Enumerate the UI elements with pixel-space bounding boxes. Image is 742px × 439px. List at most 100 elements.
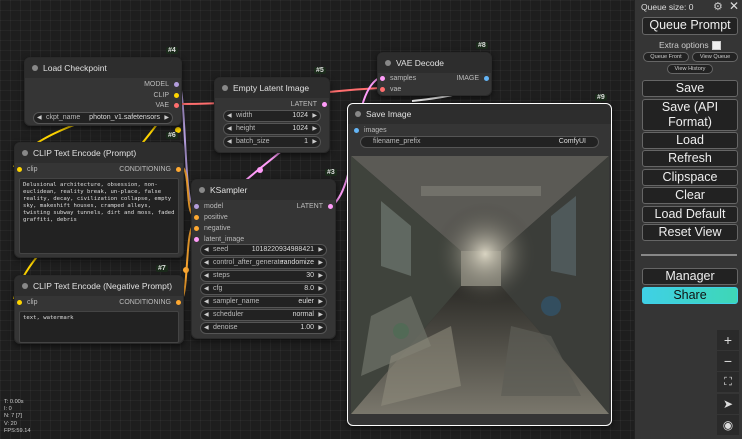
prompt-textarea[interactable]: Delusional architecture, obsession, non-…: [19, 178, 179, 254]
prev-arrow-icon[interactable]: ◀: [37, 113, 42, 123]
output-latent[interactable]: LATENT: [291, 100, 327, 109]
output-model[interactable]: MODEL: [144, 80, 179, 89]
steps-widget[interactable]: ◀ steps 30 ▶: [200, 270, 327, 282]
queue-prompt-button[interactable]: Queue Prompt: [642, 17, 738, 35]
node-title[interactable]: Empty Latent Image: [215, 78, 329, 98]
close-icon[interactable]: ✕: [729, 0, 739, 13]
save-api-format-button[interactable]: Save (API Format): [642, 99, 738, 131]
stat-line: V: 20: [4, 420, 17, 427]
node-title[interactable]: Save Image: [348, 104, 611, 124]
decrement-icon[interactable]: ◀: [204, 284, 209, 294]
width-widget[interactable]: ◀ width 1024 ▶: [223, 110, 321, 122]
toggle-visibility-icon[interactable]: ◉: [717, 415, 739, 435]
control-after-generate-widget[interactable]: ◀ control_after_generate randomize ▶: [200, 257, 327, 269]
increment-icon[interactable]: ▶: [318, 323, 323, 333]
link-midpoint: [183, 267, 189, 273]
next-arrow-icon[interactable]: ▶: [318, 297, 323, 307]
input-samples[interactable]: samples: [380, 74, 416, 83]
input-positive[interactable]: positive: [194, 213, 228, 222]
output-clip[interactable]: CLIP: [153, 91, 179, 100]
output-image[interactable]: IMAGE: [456, 74, 489, 83]
increment-icon[interactable]: ▶: [318, 245, 323, 255]
increment-icon[interactable]: ▶: [318, 284, 323, 294]
cfg-widget[interactable]: ◀ cfg 8.0 ▶: [200, 283, 327, 295]
seed-widget[interactable]: ◀ seed 1018220934988421 ▶: [200, 244, 327, 256]
output-conditioning[interactable]: CONDITIONING: [119, 298, 181, 307]
view-history-button[interactable]: View History: [667, 64, 713, 74]
node-title[interactable]: CLIP Text Encode (Prompt): [15, 143, 183, 163]
denoise-widget[interactable]: ◀ denoise 1.00 ▶: [200, 322, 327, 334]
extra-options-checkbox[interactable]: [711, 41, 721, 51]
clip-text-encode-positive-node[interactable]: CLIP Text Encode (Prompt) clip CONDITION…: [14, 142, 184, 258]
increment-icon[interactable]: ▶: [312, 111, 317, 121]
zoom-in-icon[interactable]: +: [717, 330, 739, 350]
decrement-icon[interactable]: ◀: [204, 323, 209, 333]
ckpt-name-combo[interactable]: ◀ ckpt_name photon_v1.safetensors ▶: [33, 112, 173, 124]
generated-image-preview[interactable]: [351, 156, 609, 414]
node-canvas[interactable]: Load Checkpoint MODEL CLIP VAE ◀ ckpt_na…: [0, 0, 634, 439]
decrement-icon[interactable]: ◀: [204, 271, 209, 281]
prev-arrow-icon[interactable]: ◀: [204, 297, 209, 307]
increment-icon[interactable]: ▶: [312, 137, 317, 147]
input-negative[interactable]: negative: [194, 224, 230, 233]
widget-value: 8.0: [304, 285, 314, 292]
decrement-icon[interactable]: ◀: [227, 137, 232, 147]
save-image-node[interactable]: Save Image images filename_prefix ComfyU…: [347, 103, 612, 426]
increment-icon[interactable]: ▶: [312, 124, 317, 134]
increment-icon[interactable]: ▶: [318, 271, 323, 281]
stat-line: T: 0.00s: [4, 399, 24, 405]
reset-view-button[interactable]: Reset View: [642, 224, 738, 241]
height-widget[interactable]: ◀ height 1024 ▶: [223, 123, 321, 135]
node-title[interactable]: CLIP Text Encode (Negative Prompt): [15, 276, 183, 296]
load-button[interactable]: Load: [642, 132, 738, 149]
vae-decode-node[interactable]: VAE Decode samples vae IMAGE: [377, 52, 492, 96]
filename-prefix-widget[interactable]: filename_prefix ComfyUI: [360, 136, 599, 148]
batch-size-widget[interactable]: ◀ batch_size 1 ▶: [223, 136, 321, 148]
slot-label: latent_image: [204, 236, 245, 243]
refresh-button[interactable]: Refresh: [642, 150, 738, 167]
clip-text-encode-negative-node[interactable]: CLIP Text Encode (Negative Prompt) clip …: [14, 275, 184, 344]
input-latent-image[interactable]: latent_image: [194, 235, 244, 244]
empty-latent-image-node[interactable]: Empty Latent Image LATENT ◀ width 1024 ▶…: [214, 77, 330, 153]
input-clip[interactable]: clip: [17, 165, 38, 174]
input-vae[interactable]: vae: [380, 85, 401, 94]
scheduler-widget[interactable]: ◀ scheduler normal ▶: [200, 309, 327, 321]
extra-options-label[interactable]: Extra options: [659, 40, 721, 51]
clipspace-button[interactable]: Clipspace: [642, 169, 738, 186]
prev-arrow-icon[interactable]: ◀: [204, 258, 209, 268]
next-arrow-icon[interactable]: ▶: [318, 310, 323, 320]
decrement-icon[interactable]: ◀: [227, 111, 232, 121]
output-conditioning[interactable]: CONDITIONING: [119, 165, 181, 174]
ksampler-node[interactable]: KSampler model positive negative latent_…: [191, 179, 336, 339]
view-queue-button[interactable]: View Queue: [692, 52, 738, 62]
load-checkpoint-node[interactable]: Load Checkpoint MODEL CLIP VAE ◀ ckpt_na…: [24, 57, 182, 126]
widget-label: cfg: [213, 285, 223, 292]
share-button[interactable]: Share: [642, 287, 738, 304]
zoom-out-icon[interactable]: −: [717, 351, 739, 371]
decrement-icon[interactable]: ◀: [204, 245, 209, 255]
negative-prompt-textarea[interactable]: text, watermark: [19, 311, 179, 343]
next-arrow-icon[interactable]: ▶: [164, 113, 169, 123]
input-images[interactable]: images: [354, 126, 387, 135]
clear-button[interactable]: Clear: [642, 187, 738, 204]
sampler-name-widget[interactable]: ◀ sampler_name euler ▶: [200, 296, 327, 308]
node-title[interactable]: Load Checkpoint: [25, 58, 181, 78]
input-clip[interactable]: clip: [17, 298, 38, 307]
node-title[interactable]: KSampler: [192, 180, 335, 200]
manager-button[interactable]: Manager: [642, 268, 738, 285]
prev-arrow-icon[interactable]: ◀: [204, 310, 209, 320]
input-model[interactable]: model: [194, 202, 223, 211]
settings-icon[interactable]: ⚙: [713, 0, 723, 13]
arrange-icon[interactable]: ➤: [717, 394, 739, 414]
output-vae[interactable]: VAE: [156, 101, 179, 110]
node-title[interactable]: VAE Decode: [378, 53, 491, 73]
fit-view-icon[interactable]: ⛶: [717, 372, 739, 392]
save-button[interactable]: Save: [642, 80, 738, 97]
next-arrow-icon[interactable]: ▶: [318, 258, 323, 268]
widget-value: 30: [306, 272, 314, 279]
queue-front-button[interactable]: Queue Front: [643, 52, 689, 62]
load-default-button[interactable]: Load Default: [642, 206, 738, 223]
widget-value: 1018220934988421: [251, 246, 314, 253]
output-latent[interactable]: LATENT: [297, 202, 333, 211]
decrement-icon[interactable]: ◀: [227, 124, 232, 134]
